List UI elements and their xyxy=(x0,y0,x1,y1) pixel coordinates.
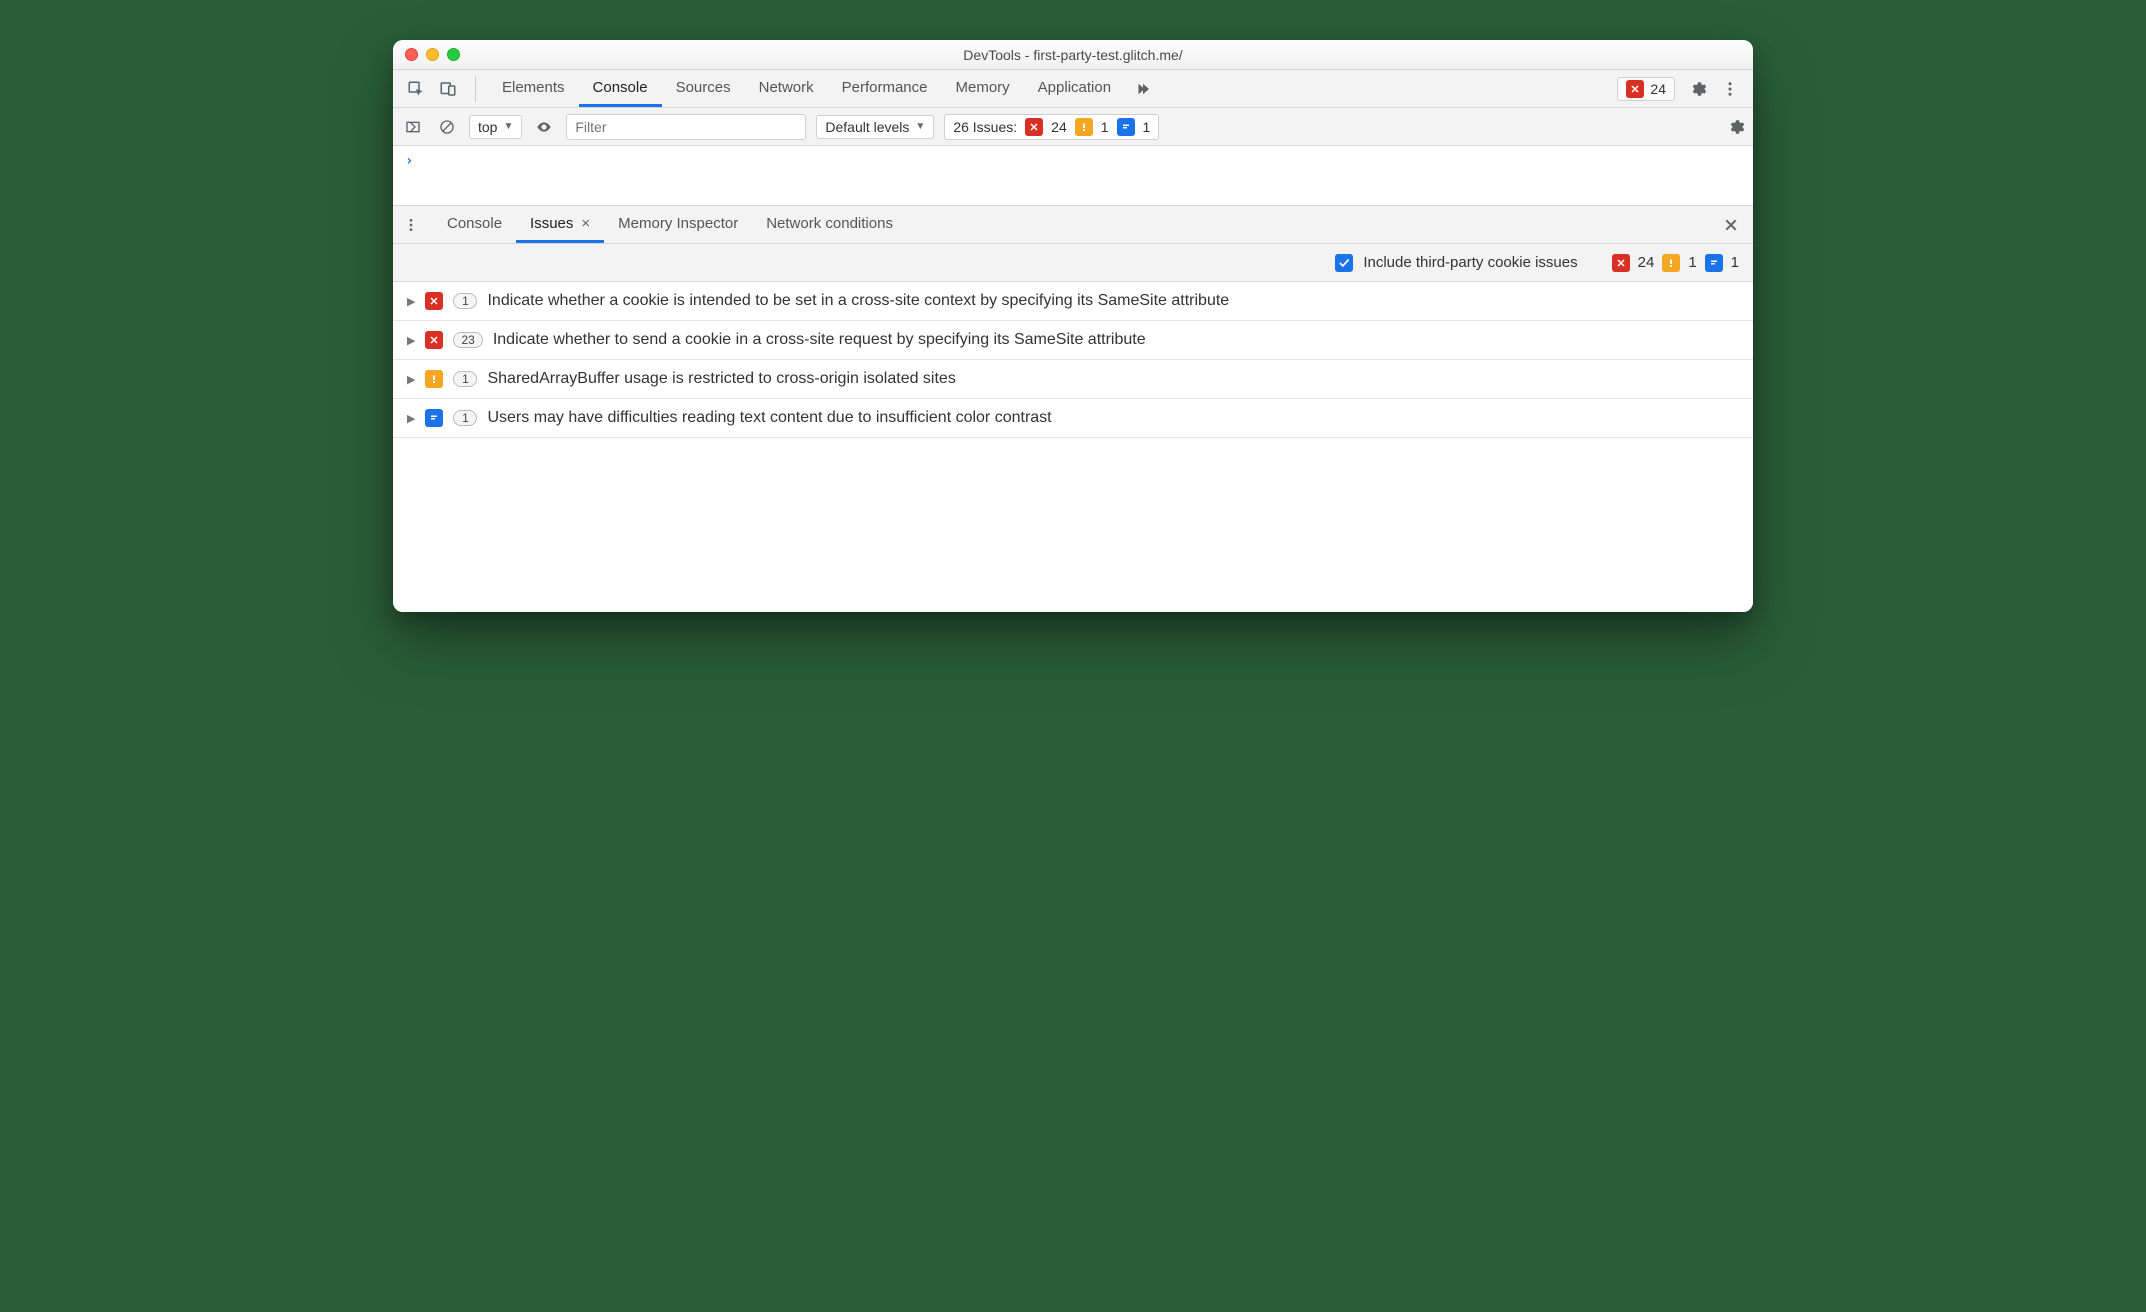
drawer-tab-network-conditions[interactable]: Network conditions xyxy=(752,206,907,243)
levels-label: Default levels xyxy=(825,119,909,135)
issue-row[interactable]: ▶ 23 Indicate whether to send a cookie in … xyxy=(393,321,1753,360)
drawer-more-icon[interactable] xyxy=(399,213,423,237)
warning-badge-icon xyxy=(425,370,443,388)
window-title: DevTools - first-party-test.glitch.me/ xyxy=(393,47,1753,63)
chevron-down-icon: ▼ xyxy=(915,121,925,132)
issues-summary[interactable]: 26 Issues: 24 1 1 xyxy=(944,114,1159,140)
context-selector[interactable]: top ▼ xyxy=(469,115,522,139)
error-badge-icon xyxy=(1612,254,1630,272)
tab-application[interactable]: Application xyxy=(1024,70,1125,107)
titlebar: DevTools - first-party-test.glitch.me/ xyxy=(393,40,1753,70)
error-count-chip[interactable]: 24 xyxy=(1617,77,1675,101)
drawer-tab-memory-inspector[interactable]: Memory Inspector xyxy=(604,206,752,243)
warning-badge-icon xyxy=(1662,254,1680,272)
issue-count: 1 xyxy=(453,293,477,309)
issue-row[interactable]: ▶ 1 Indicate whether a cookie is intended … xyxy=(393,282,1753,321)
include-third-party-label: Include third-party cookie issues xyxy=(1363,254,1577,271)
error-badge-icon xyxy=(1626,80,1644,98)
tab-sources[interactable]: Sources xyxy=(662,70,745,107)
tab-elements[interactable]: Elements xyxy=(488,70,579,107)
console-prompt-icon: › xyxy=(405,153,413,169)
chevron-down-icon: ▼ xyxy=(503,121,513,132)
issue-row[interactable]: ▶ 1 SharedArrayBuffer usage is restricted … xyxy=(393,360,1753,399)
error-count: 24 xyxy=(1051,119,1067,135)
toggle-device-icon[interactable] xyxy=(439,80,457,98)
inspect-element-icon[interactable] xyxy=(407,80,425,98)
issue-count: 1 xyxy=(453,371,477,387)
more-icon[interactable] xyxy=(1721,80,1739,98)
console-toolbar: top ▼ Default levels ▼ 26 Issues: 24 1 1 xyxy=(393,108,1753,146)
info-badge-icon xyxy=(1117,118,1135,136)
info-badge-icon xyxy=(425,409,443,427)
info-count: 1 xyxy=(1731,254,1739,271)
expand-icon: ▶ xyxy=(407,373,415,386)
warning-count: 1 xyxy=(1688,254,1696,271)
drawer-tab-issues[interactable]: Issues× xyxy=(516,206,604,243)
tab-memory[interactable]: Memory xyxy=(942,70,1024,107)
issues-toolbar: Include third-party cookie issues 24 1 1 xyxy=(393,244,1753,282)
clear-console-icon[interactable] xyxy=(435,115,459,139)
devtools-window: DevTools - first-party-test.glitch.me/ E… xyxy=(393,40,1753,612)
warning-count: 1 xyxy=(1101,119,1109,135)
expand-icon: ▶ xyxy=(407,295,415,308)
close-tab-icon[interactable]: × xyxy=(581,215,590,232)
error-badge-icon xyxy=(425,331,443,349)
issue-title: SharedArrayBuffer usage is restricted to… xyxy=(487,370,955,388)
close-window-button[interactable] xyxy=(405,48,418,61)
drawer-tab-console[interactable]: Console xyxy=(433,206,516,243)
issue-title: Users may have difficulties reading text… xyxy=(487,409,1051,427)
issue-count: 1 xyxy=(453,410,477,426)
tabs-overflow-icon[interactable] xyxy=(1127,80,1165,98)
context-label: top xyxy=(478,119,497,135)
error-badge-icon xyxy=(425,292,443,310)
minimize-window-button[interactable] xyxy=(426,48,439,61)
toggle-sidebar-icon[interactable] xyxy=(401,115,425,139)
warning-badge-icon xyxy=(1075,118,1093,136)
settings-icon[interactable] xyxy=(1689,80,1707,98)
issues-counts: 24 1 1 xyxy=(1612,254,1739,272)
issues-list: ▶ 1 Indicate whether a cookie is intended … xyxy=(393,282,1753,612)
info-badge-icon xyxy=(1705,254,1723,272)
main-tabs: ElementsConsoleSourcesNetworkPerformance… xyxy=(488,70,1125,107)
expand-icon: ▶ xyxy=(407,334,415,347)
expand-icon: ▶ xyxy=(407,412,415,425)
issue-title: Indicate whether to send a cookie in a c… xyxy=(493,331,1146,349)
separator xyxy=(475,76,476,102)
tab-performance[interactable]: Performance xyxy=(828,70,942,107)
main-toolbar: ElementsConsoleSourcesNetworkPerformance… xyxy=(393,70,1753,108)
issue-title: Indicate whether a cookie is intended to… xyxy=(487,292,1229,310)
log-levels-selector[interactable]: Default levels ▼ xyxy=(816,115,934,139)
error-count: 24 xyxy=(1638,254,1655,271)
issues-label: 26 Issues: xyxy=(953,119,1017,135)
error-count: 24 xyxy=(1650,81,1666,97)
console-settings-icon[interactable] xyxy=(1727,118,1745,136)
traffic-lights xyxy=(393,48,460,61)
filter-input[interactable] xyxy=(566,114,806,140)
error-badge-icon xyxy=(1025,118,1043,136)
issue-count: 23 xyxy=(453,332,482,348)
zoom-window-button[interactable] xyxy=(447,48,460,61)
drawer-tabs: ConsoleIssues×Memory InspectorNetwork co… xyxy=(393,206,1753,244)
close-drawer-icon[interactable] xyxy=(1715,217,1747,233)
tab-console[interactable]: Console xyxy=(579,70,662,107)
issue-row[interactable]: ▶ 1 Users may have difficulties reading te… xyxy=(393,399,1753,438)
console-body[interactable]: › xyxy=(393,146,1753,206)
live-expression-icon[interactable] xyxy=(532,115,556,139)
info-count: 1 xyxy=(1143,119,1151,135)
include-third-party-checkbox[interactable] xyxy=(1335,254,1353,272)
tab-network[interactable]: Network xyxy=(745,70,828,107)
